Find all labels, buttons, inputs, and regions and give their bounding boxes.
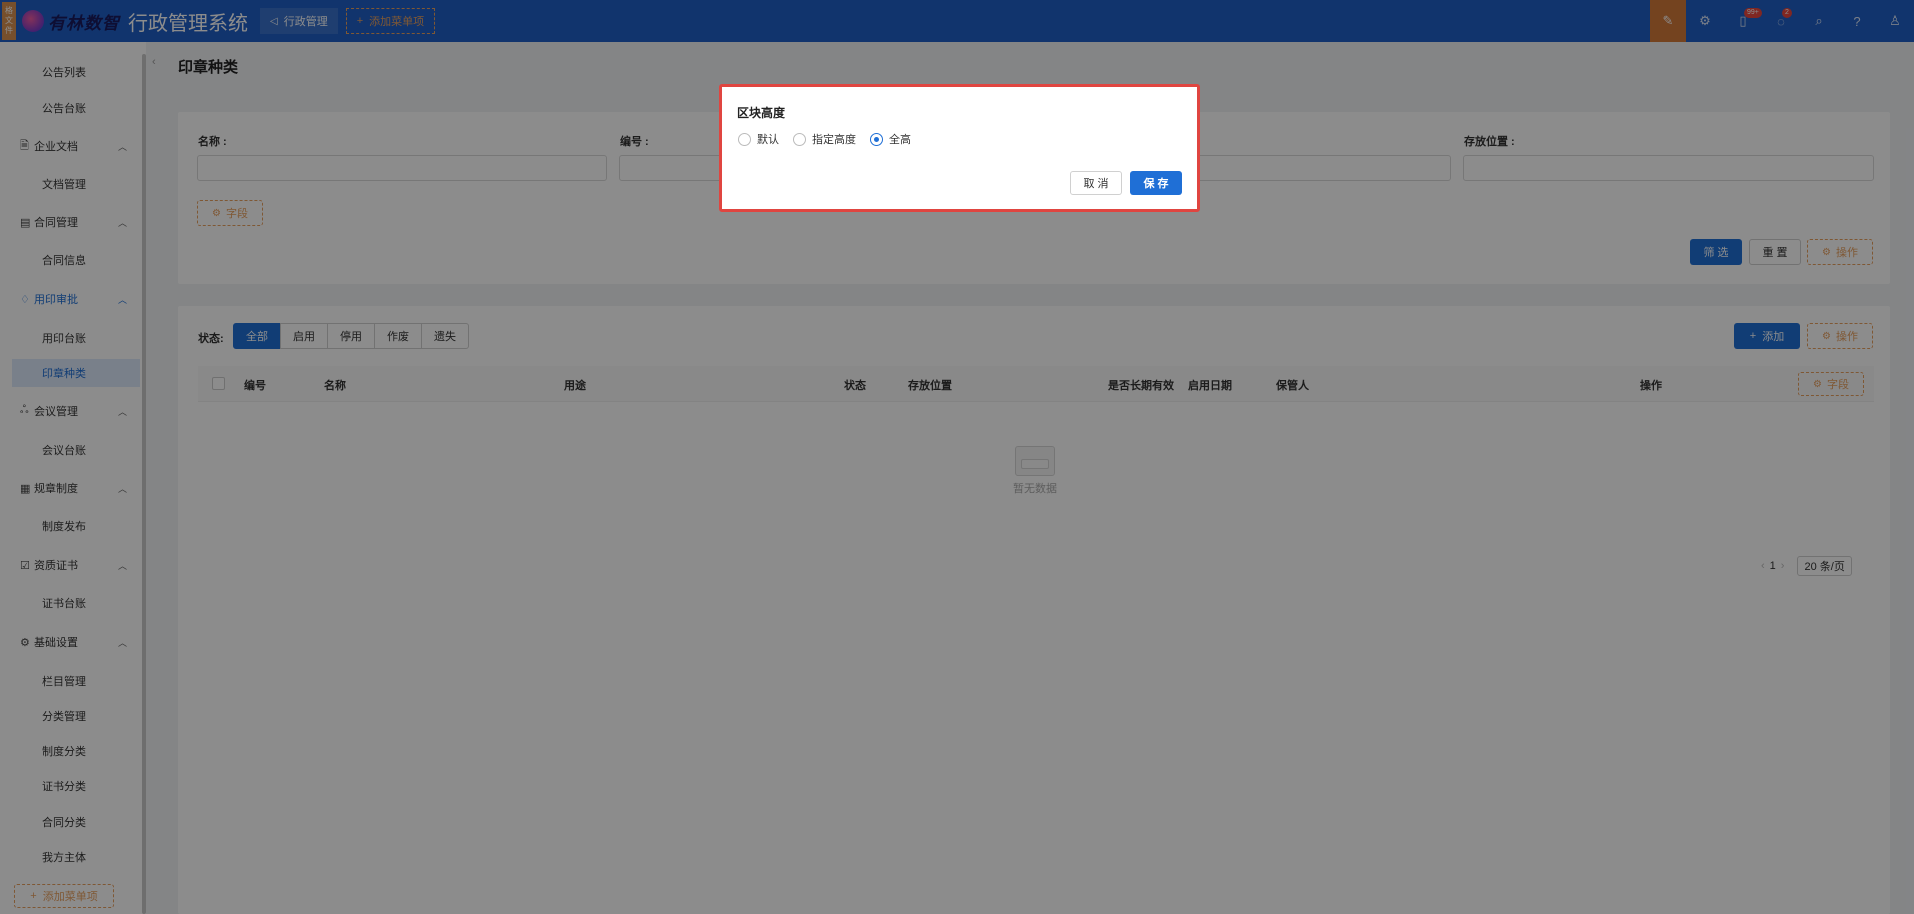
- dialog-title: 区块高度: [737, 106, 786, 120]
- radio-label: 全高: [889, 134, 911, 146]
- height-radio-group: 默认 指定高度 全高: [738, 131, 925, 147]
- radio-circle-icon: [738, 132, 751, 146]
- radio-default[interactable]: 默认: [738, 131, 779, 147]
- cancel-button[interactable]: 取 消: [1070, 171, 1122, 195]
- radio-label: 默认: [757, 134, 779, 146]
- radio-label: 指定高度: [812, 134, 856, 146]
- radio-circle-icon: [793, 132, 806, 146]
- radio-checked-icon: [870, 132, 883, 146]
- radio-custom-height[interactable]: 指定高度: [793, 131, 856, 147]
- save-button[interactable]: 保 存: [1130, 171, 1182, 195]
- radio-full-height[interactable]: 全高: [870, 131, 911, 147]
- block-height-dialog: 区块高度 默认 指定高度 全高 取 消 保 存: [719, 84, 1200, 212]
